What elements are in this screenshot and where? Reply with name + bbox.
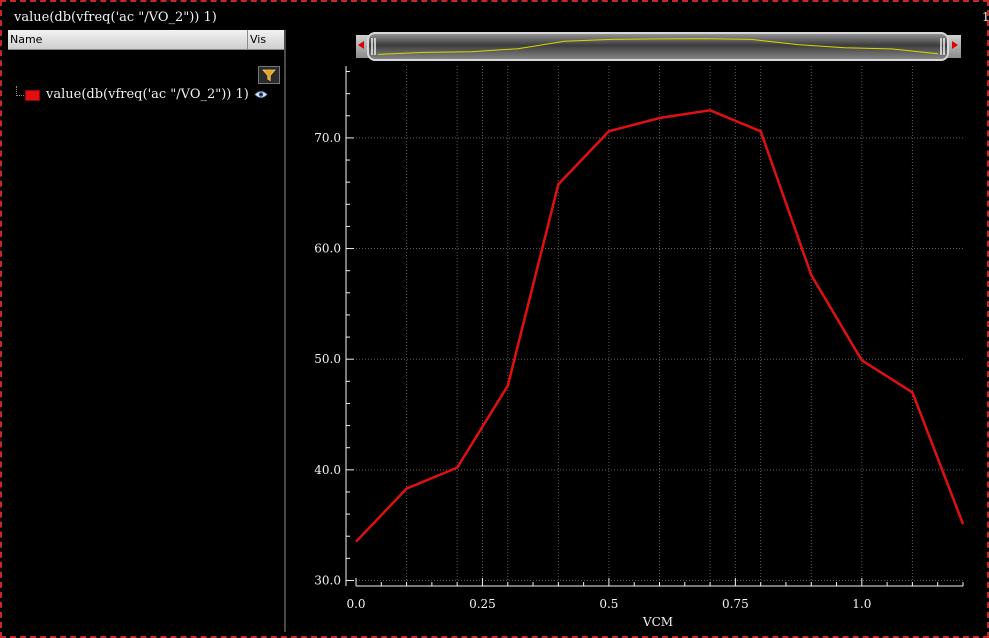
overview-window[interactable]: [367, 32, 949, 61]
waveform-plot: 30.0 40.0 50.0 60.0 70.0 0.0 0.25 0.5 0.75 1.0 VC…: [314, 32, 965, 629]
y-tick-label: 30.0: [314, 573, 341, 587]
series-line[interactable]: [355, 109, 965, 543]
tick-labels: 30.0 40.0 50.0 60.0 70.0 0.0 0.25 0.5 0.75 1.0: [314, 131, 871, 611]
x-tick-label: 0.5: [599, 597, 618, 611]
x-tick-label: 0.75: [722, 597, 749, 611]
plot-axes: [345, 66, 964, 587]
plot-grid: [356, 66, 963, 586]
y-tick-label: 50.0: [314, 352, 341, 366]
y-tick-label: 60.0: [314, 242, 341, 256]
x-tick-label: 0.0: [346, 597, 365, 611]
x-axis-title: VCM: [642, 615, 673, 629]
y-tick-label: 70.0: [314, 131, 341, 145]
overview-strip[interactable]: [356, 32, 961, 61]
x-tick-label: 0.25: [469, 597, 496, 611]
y-tick-label: 40.0: [314, 463, 341, 477]
x-tick-label: 1.0: [852, 597, 871, 611]
